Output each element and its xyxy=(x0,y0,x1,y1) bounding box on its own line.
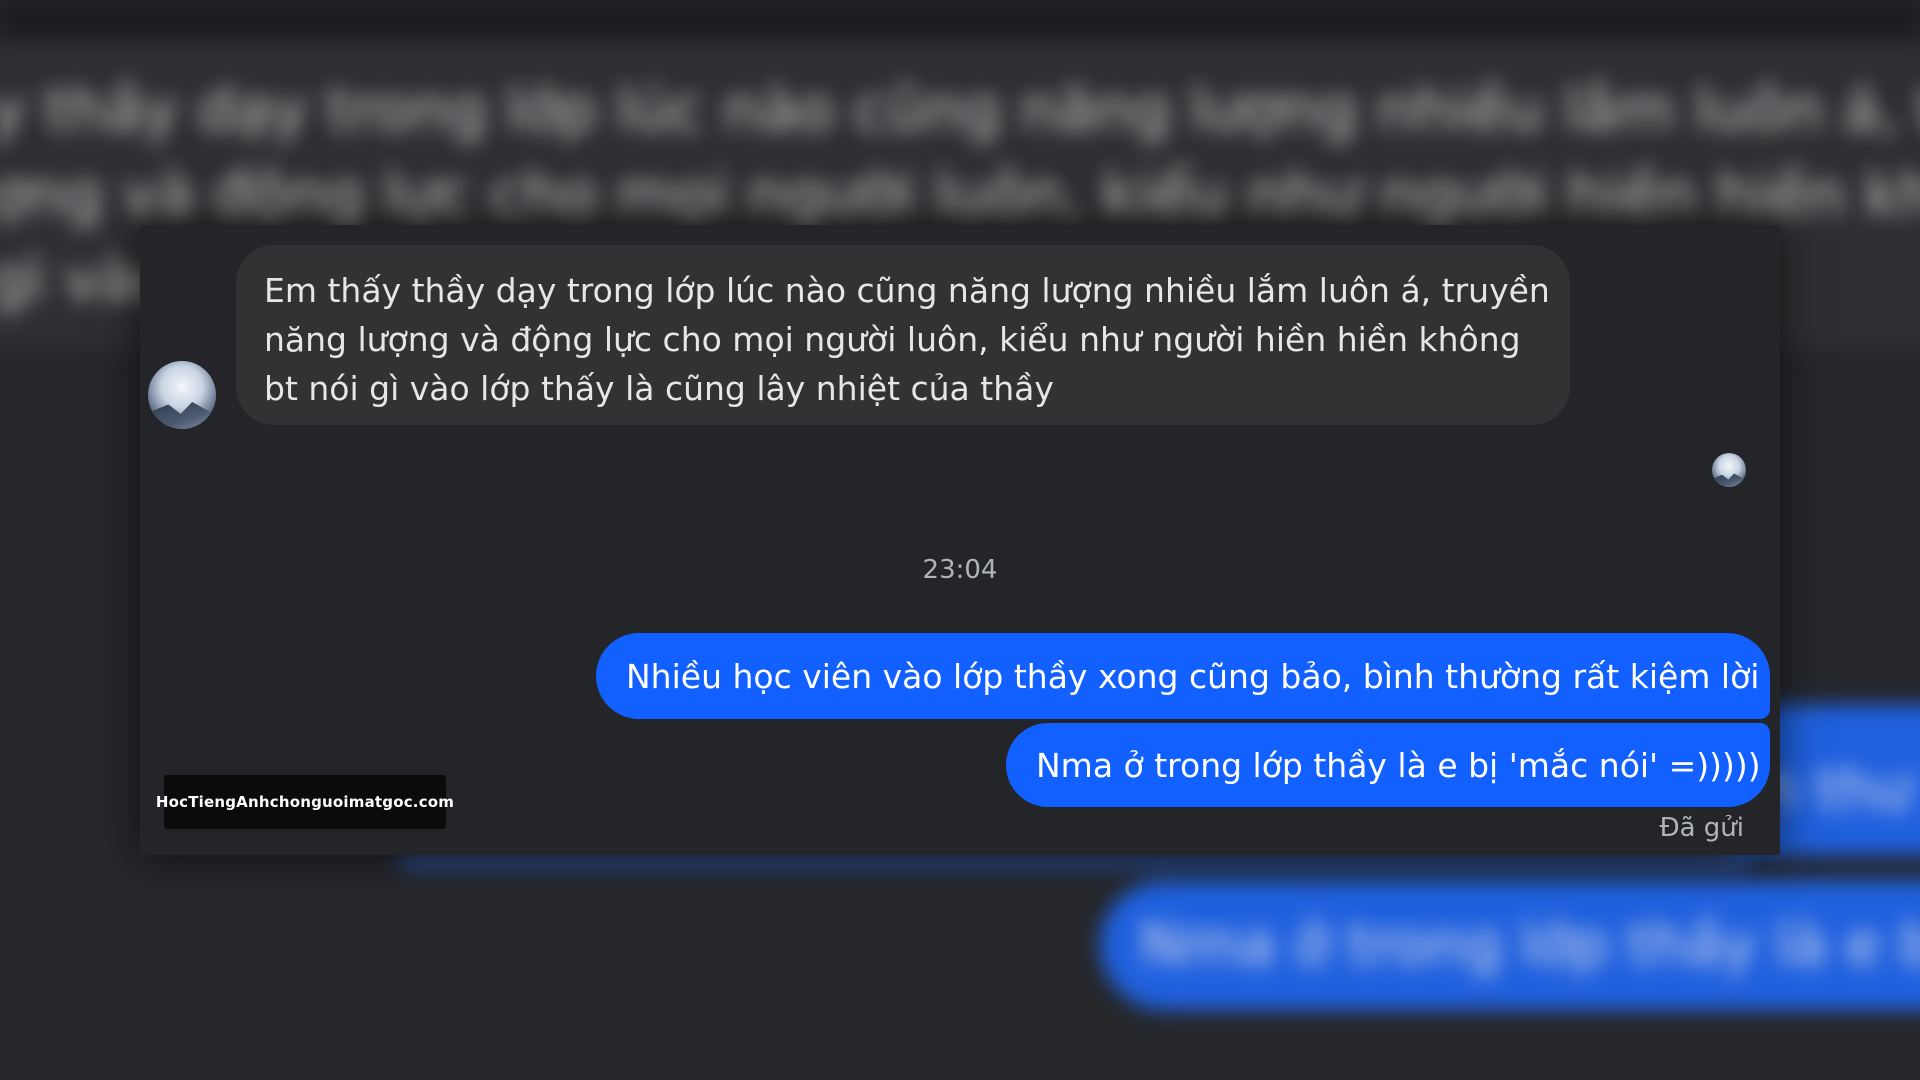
outgoing-message-bubble[interactable]: Nma ở trong lớp thầy là e bị 'mắc nói' =… xyxy=(1006,723,1770,807)
avatar-mountain-shape xyxy=(1712,473,1746,487)
message-line: bt nói gì vào lớp thấy là cũng lây nhiệt… xyxy=(264,369,1054,408)
message-text: Nma ở trong lớp thầy là e bị 'mắc nói' =… xyxy=(1036,745,1761,785)
watermark-label: HocTiengAnhchonguoimatgoc.com xyxy=(156,775,454,829)
message-line: Em thấy thầy dạy trong lớp lúc nào cũng … xyxy=(264,271,1550,310)
blurred-top-strip xyxy=(0,0,1920,40)
outgoing-message-bubble[interactable]: Nhiều học viên vào lớp thầy xong cũng bả… xyxy=(596,633,1770,719)
avatar-mountain-shape xyxy=(148,401,216,429)
message-text: Nhiều học viên vào lớp thầy xong cũng bả… xyxy=(626,656,1760,696)
blurred-blue-strip xyxy=(400,855,1750,867)
seen-avatar-icon xyxy=(1712,453,1746,487)
blurred-outgoing-text: Nma ở trong lớp thầy là e b xyxy=(1140,910,1920,978)
sent-status: Đã gửi xyxy=(1659,813,1744,843)
message-line: năng lượng và động lực cho mọi người luô… xyxy=(264,320,1521,359)
avatar-icon[interactable] xyxy=(148,361,216,429)
blurred-outgoing-text: h thư xyxy=(1760,755,1912,823)
incoming-message-bubble[interactable]: Em thấy thầy dạy trong lớp lúc nào cũng … xyxy=(236,245,1570,425)
blurred-text-line: y thầy dạy trong lớp lúc nào cũng năng l… xyxy=(0,75,1920,145)
message-timestamp: 23:04 xyxy=(922,555,998,585)
screenshot-stage: y thầy dạy trong lớp lúc nào cũng năng l… xyxy=(0,0,1920,1080)
blurred-text-line: ợng và động lực cho mọi người luôn, kiểu… xyxy=(0,160,1920,230)
chat-panel: Em thấy thầy dạy trong lớp lúc nào cũng … xyxy=(140,225,1780,855)
